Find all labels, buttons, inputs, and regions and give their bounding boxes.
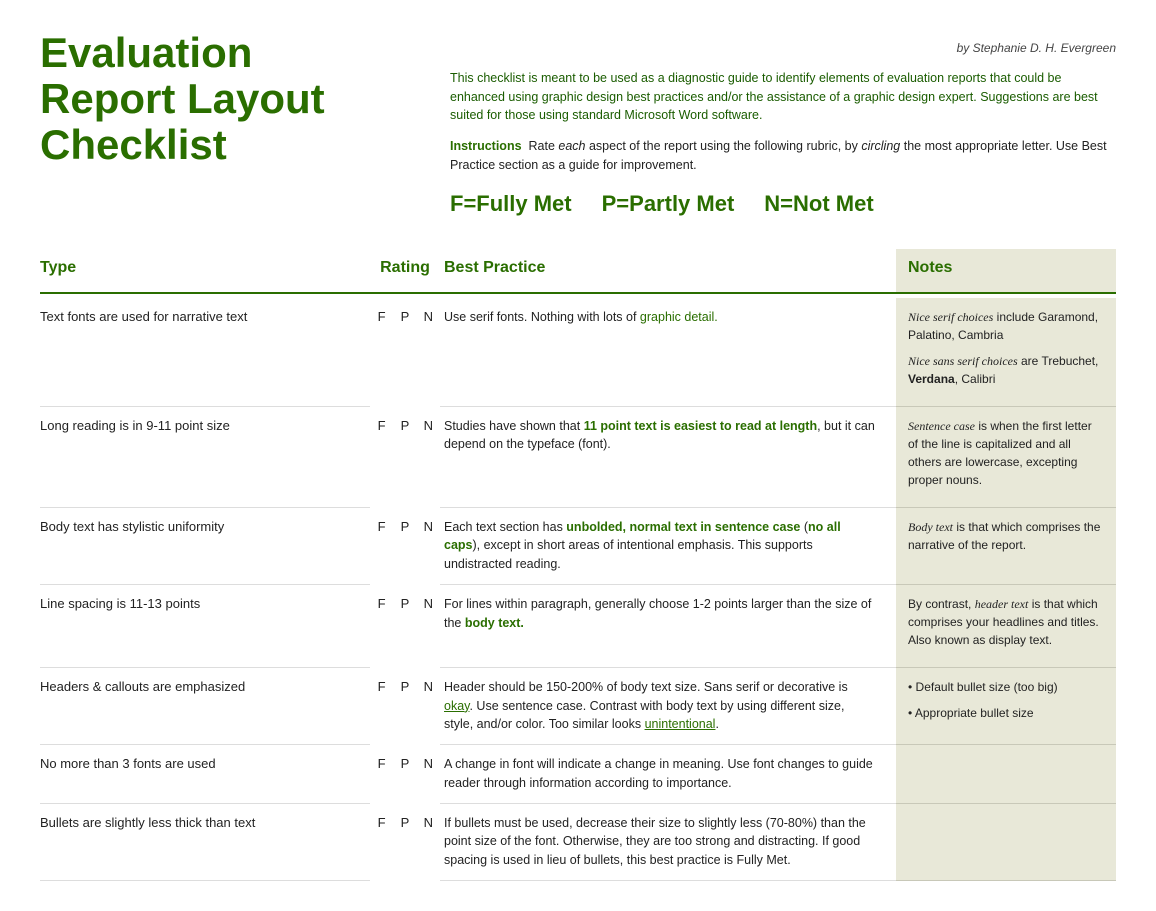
notes-cell-4: By contrast, header text is that which c… bbox=[896, 585, 1116, 668]
notes-cell-3: Body text is that which comprises the na… bbox=[896, 508, 1116, 585]
practice-cell-7: If bullets must be used, decrease their … bbox=[440, 804, 896, 881]
type-cell-4: Line spacing is 11-13 points bbox=[40, 585, 370, 668]
rating-n-1: N bbox=[420, 308, 436, 326]
col-header-type: Type bbox=[40, 249, 370, 293]
col-header-rating: Rating bbox=[370, 249, 440, 293]
bullet-2: Appropriate bullet size bbox=[915, 706, 1034, 720]
instructions-body: Rate each aspect of the report using the… bbox=[450, 139, 1107, 172]
practice-cell-2: Studies have shown that 11 point text is… bbox=[440, 407, 896, 508]
rating-cell-2: F P N bbox=[370, 407, 440, 508]
practice-cell-5: Header should be 150-200% of body text s… bbox=[440, 668, 896, 745]
notes-cell-2: Sentence case is when the first letter o… bbox=[896, 407, 1116, 508]
practice-cell-4: For lines within paragraph, generally ch… bbox=[440, 585, 896, 668]
rating-legend: F=Fully Met P=Partly Met N=Not Met bbox=[450, 189, 1116, 220]
rating-f-1: F bbox=[374, 308, 390, 326]
rating-cell-5: F P N bbox=[370, 668, 440, 745]
main-title: Evaluation Report Layout Checklist bbox=[40, 30, 410, 169]
legend-f: F=Fully Met bbox=[450, 189, 572, 220]
rating-cell-7: F P N bbox=[370, 804, 440, 881]
notes-cell-5: • Default bullet size (too big) • Approp… bbox=[896, 668, 1116, 745]
title-block: Evaluation Report Layout Checklist bbox=[40, 30, 410, 219]
type-cell-5: Headers & callouts are emphasized bbox=[40, 668, 370, 745]
type-cell-1: Text fonts are used for narrative text bbox=[40, 298, 370, 407]
bullet-1: Default bullet size (too big) bbox=[916, 680, 1058, 694]
type-cell-6: No more than 3 fonts are used bbox=[40, 745, 370, 804]
col-header-practice: Best Practice bbox=[440, 249, 896, 293]
intro-text: This checklist is meant to be used as a … bbox=[450, 69, 1116, 125]
rating-cell-4: F P N bbox=[370, 585, 440, 668]
byline: by Stephanie D. H. Evergreen bbox=[450, 40, 1116, 57]
instructions-label: Instructions bbox=[450, 139, 522, 153]
rating-cell-1: F P N bbox=[370, 298, 440, 407]
notes-cell-1: Nice serif choices include Garamond, Pal… bbox=[896, 298, 1116, 407]
rating-cell-3: F P N bbox=[370, 508, 440, 585]
instructions-text: Instructions Rate each aspect of the rep… bbox=[450, 137, 1116, 175]
legend-n: N=Not Met bbox=[764, 189, 873, 220]
type-cell-2: Long reading is in 9-11 point size bbox=[40, 407, 370, 508]
type-cell-3: Body text has stylistic uniformity bbox=[40, 508, 370, 585]
intro-block: by Stephanie D. H. Evergreen This checkl… bbox=[450, 30, 1116, 219]
col-header-notes: Notes bbox=[896, 249, 1116, 293]
rating-p-1: P bbox=[397, 308, 413, 326]
type-cell-7: Bullets are slightly less thick than tex… bbox=[40, 804, 370, 881]
practice-cell-6: A change in font will indicate a change … bbox=[440, 745, 896, 804]
top-section: Evaluation Report Layout Checklist by St… bbox=[40, 30, 1116, 219]
notes-cell-7 bbox=[896, 804, 1116, 881]
rating-cell-6: F P N bbox=[370, 745, 440, 804]
page-container: Evaluation Report Layout Checklist by St… bbox=[40, 30, 1116, 881]
checklist-table: Type Rating Best Practice Notes Text fon… bbox=[40, 249, 1116, 881]
practice-cell-3: Each text section has unbolded, normal t… bbox=[440, 508, 896, 585]
legend-p: P=Partly Met bbox=[602, 189, 735, 220]
practice-cell-1: Use serif fonts. Nothing with lots of gr… bbox=[440, 298, 896, 407]
notes-cell-6 bbox=[896, 745, 1116, 804]
